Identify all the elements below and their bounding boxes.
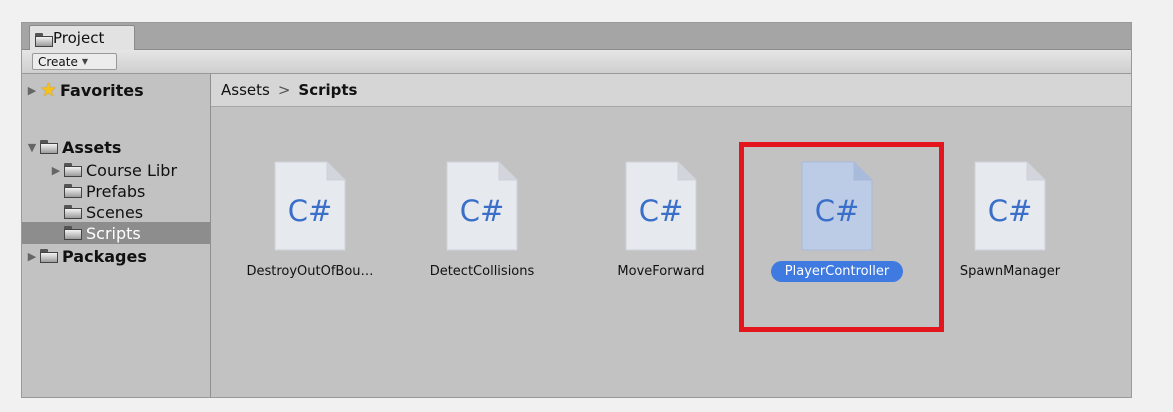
- create-button[interactable]: Create ▼: [32, 53, 117, 70]
- asset-browser: Assets > Scripts C# DestroyOutOfBou… C# …: [211, 74, 1131, 397]
- csharp-file-icon: C#: [273, 160, 347, 252]
- asset-label: DestroyOutOfBou…: [246, 264, 374, 279]
- dropdown-caret-icon: ▼: [81, 57, 89, 66]
- expand-arrow-icon[interactable]: ▶: [50, 164, 62, 177]
- asset-item-destroyoutofbounds[interactable]: C# DestroyOutOfBou…: [225, 106, 395, 296]
- csharp-file-icon: C#: [445, 160, 519, 252]
- sidebar-item-scenes[interactable]: Scenes: [64, 201, 143, 223]
- sidebar-item-label: Prefabs: [86, 181, 146, 201]
- breadcrumb-root[interactable]: Assets: [221, 81, 270, 99]
- folder-icon: [40, 249, 58, 263]
- asset-item-spawnmanager[interactable]: C# SpawnManager: [925, 106, 1095, 296]
- tab-bar: Project: [22, 23, 1131, 50]
- asset-label: DetectCollisions: [429, 264, 535, 279]
- sidebar-item-label: Scripts: [86, 223, 141, 243]
- sidebar-item-scripts[interactable]: Scripts: [22, 222, 210, 244]
- tab-project-label: Project: [53, 29, 105, 47]
- asset-item-detectcollisions[interactable]: C# DetectCollisions: [397, 106, 567, 296]
- sidebar-item-label: Assets: [62, 137, 122, 157]
- sidebar-item-favorites[interactable]: ▶ ★ Favorites: [26, 79, 144, 101]
- expand-arrow-icon[interactable]: ▶: [26, 84, 38, 97]
- breadcrumb-separator: >: [277, 81, 291, 99]
- folder-icon: [40, 140, 58, 154]
- sidebar-item-label: Favorites: [60, 80, 144, 100]
- toolbar: Create ▼: [22, 50, 1131, 74]
- asset-label: MoveForward: [617, 264, 705, 279]
- sidebar: ▶ ★ Favorites ▼ Assets ▶ Course Libr Pre…: [22, 74, 211, 397]
- collapse-arrow-icon[interactable]: ▼: [26, 141, 38, 154]
- folder-icon: [35, 32, 53, 47]
- project-window: Project Create ▼ ▶ ★ Favorites ▼ Assets …: [21, 22, 1132, 398]
- sidebar-item-label: Course Libr: [86, 160, 178, 180]
- tab-project[interactable]: Project: [29, 25, 135, 50]
- create-button-label: Create: [38, 54, 78, 69]
- asset-item-moveforward[interactable]: C# MoveForward: [576, 106, 746, 296]
- asset-label: SpawnManager: [959, 264, 1061, 279]
- sidebar-item-prefabs[interactable]: Prefabs: [64, 180, 145, 202]
- highlight-annotation-box: [739, 142, 944, 332]
- breadcrumb: Assets > Scripts: [211, 74, 1131, 107]
- folder-icon: [64, 205, 82, 219]
- sidebar-item-course-library[interactable]: ▶ Course Libr: [50, 159, 177, 181]
- sidebar-item-packages[interactable]: ▶ Packages: [26, 245, 147, 267]
- csharp-file-icon: C#: [973, 160, 1047, 252]
- expand-arrow-icon[interactable]: ▶: [26, 250, 38, 263]
- breadcrumb-current[interactable]: Scripts: [298, 81, 357, 99]
- star-icon: ★: [40, 79, 58, 101]
- folder-icon: [64, 184, 82, 198]
- sidebar-item-label: Scenes: [86, 202, 144, 222]
- folder-icon: [64, 226, 82, 240]
- csharp-file-icon: C#: [624, 160, 698, 252]
- sidebar-item-assets[interactable]: ▼ Assets: [26, 136, 122, 158]
- folder-icon: [64, 163, 82, 177]
- sidebar-item-label: Packages: [62, 246, 147, 266]
